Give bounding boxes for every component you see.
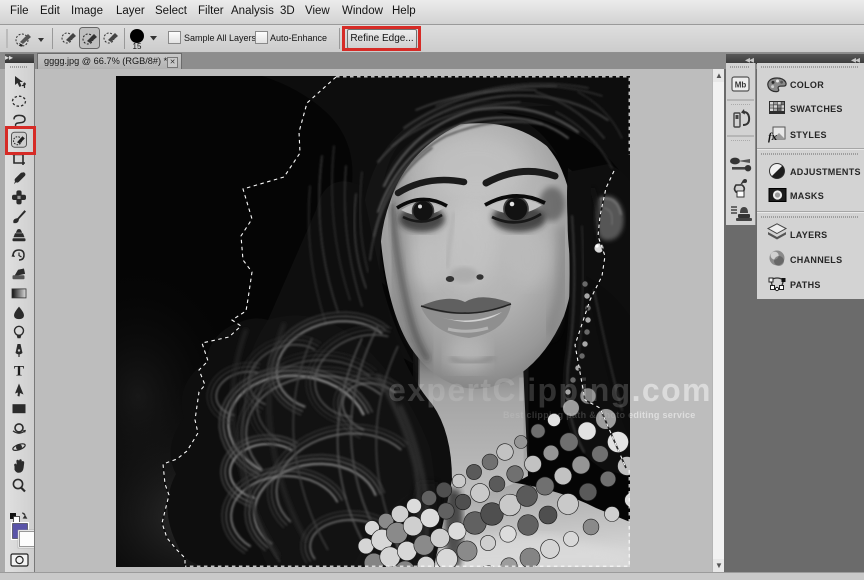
svg-text:15: 15 — [133, 42, 142, 51]
svg-text:Mb: Mb — [735, 81, 747, 90]
svg-text:fx: fx — [768, 131, 778, 143]
svg-text:T: T — [14, 364, 24, 380]
